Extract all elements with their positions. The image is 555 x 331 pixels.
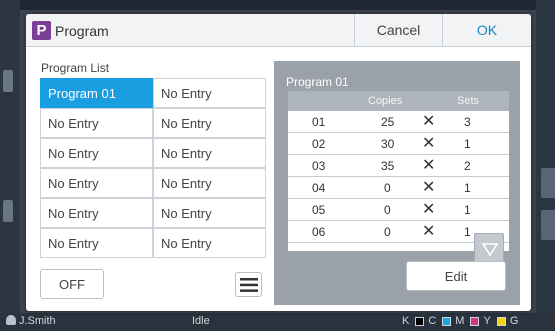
- ink-label-m: M: [455, 315, 465, 327]
- ink-label-y: Y: [483, 315, 491, 327]
- program-slot[interactable]: No Entry: [153, 198, 266, 228]
- edit-button[interactable]: Edit: [406, 261, 506, 291]
- row-number: 04: [312, 181, 326, 195]
- table-row: 03 35 ✕ 2: [288, 155, 509, 177]
- detail-table: 01 25 ✕ 3 02 30 ✕ 1 03 35 ✕ 2 04 0 ✕ 1 0…: [288, 111, 509, 251]
- device-right-rail: [536, 0, 555, 331]
- scroll-down-button[interactable]: [474, 233, 504, 263]
- sets-value: 1: [464, 181, 471, 195]
- copies-value: 35: [381, 159, 395, 173]
- multiply-icon: ✕: [422, 135, 436, 152]
- program-app-icon: P: [32, 21, 51, 40]
- hamburger-menu-icon: [240, 278, 258, 292]
- device-left-rail: [0, 0, 20, 331]
- ink-chip-c: [442, 316, 452, 326]
- row-number: 03: [312, 159, 326, 173]
- left-rail-tab: [3, 200, 13, 222]
- program-slot[interactable]: No Entry: [40, 138, 153, 168]
- row-number: 01: [312, 115, 326, 129]
- copies-value: 0: [384, 203, 391, 217]
- program-slot[interactable]: No Entry: [40, 198, 153, 228]
- status-bar: J.Smith Idle K C M Y G: [0, 313, 555, 331]
- user-icon: [6, 315, 16, 325]
- sets-value: 2: [464, 159, 471, 173]
- detail-table-header: Copies Sets: [288, 91, 509, 111]
- ink-label-k: K: [402, 315, 410, 327]
- sets-value: 1: [464, 203, 471, 217]
- left-rail-tab: [3, 70, 13, 92]
- table-row: 02 30 ✕ 1: [288, 133, 509, 155]
- multiply-icon: ✕: [422, 223, 436, 240]
- copies-value: 25: [381, 115, 395, 129]
- sets-column-header: Sets: [457, 95, 480, 107]
- dialog-title: Program: [55, 23, 109, 39]
- program-slot[interactable]: No Entry: [40, 108, 153, 138]
- menu-button[interactable]: [235, 272, 262, 297]
- program-slot[interactable]: Program 01: [40, 78, 153, 108]
- program-slot[interactable]: No Entry: [153, 108, 266, 138]
- program-detail-title: Program 01: [286, 75, 349, 89]
- multiply-icon: ✕: [422, 201, 436, 218]
- row-number: 05: [312, 203, 326, 217]
- cancel-button[interactable]: Cancel: [354, 14, 442, 47]
- ink-chip-k: [415, 316, 425, 326]
- sets-value: 1: [464, 137, 471, 151]
- ink-levels: K C M Y G: [402, 315, 518, 327]
- program-detail-panel: Program 01 Copies Sets 01 25 ✕ 3 02 30 ✕…: [274, 61, 520, 305]
- copies-column-header: Copies: [368, 95, 403, 107]
- program-slot[interactable]: No Entry: [153, 168, 266, 198]
- multiply-icon: ✕: [422, 113, 436, 130]
- table-row: 05 0 ✕ 1: [288, 199, 509, 221]
- ok-button[interactable]: OK: [442, 14, 531, 47]
- status-user: J.Smith: [6, 315, 56, 327]
- ink-label-g: G: [509, 315, 519, 327]
- right-rail-tab[interactable]: [541, 168, 555, 198]
- program-slot[interactable]: No Entry: [40, 168, 153, 198]
- ink-chip-y: [496, 316, 506, 326]
- row-number: 06: [312, 225, 326, 239]
- copies-value: 0: [384, 225, 391, 239]
- table-row: 04 0 ✕ 1: [288, 177, 509, 199]
- program-list-label: Program List: [41, 61, 110, 75]
- copies-value: 0: [384, 181, 391, 195]
- sets-value: 1: [464, 225, 471, 239]
- program-slot[interactable]: No Entry: [153, 228, 266, 258]
- sets-value: 3: [464, 115, 471, 129]
- multiply-icon: ✕: [422, 179, 436, 196]
- program-slot[interactable]: No Entry: [153, 78, 266, 108]
- table-row: 01 25 ✕ 3: [288, 111, 509, 133]
- multiply-icon: ✕: [422, 157, 436, 174]
- status-state: Idle: [192, 315, 210, 327]
- off-button[interactable]: OFF: [40, 269, 104, 299]
- dialog-titlebar: P Program Cancel OK: [26, 14, 531, 47]
- copies-value: 30: [381, 137, 395, 151]
- program-slot[interactable]: No Entry: [153, 138, 266, 168]
- right-rail-tab[interactable]: [541, 210, 555, 240]
- triangle-down-icon: [481, 243, 499, 257]
- program-slot[interactable]: No Entry: [40, 228, 153, 258]
- ink-label-c: C: [428, 315, 437, 327]
- device-top-bar: [0, 0, 555, 10]
- row-number: 02: [312, 137, 326, 151]
- ink-chip-m: [470, 316, 480, 326]
- program-dialog: P Program Cancel OK Program List Program…: [26, 14, 531, 311]
